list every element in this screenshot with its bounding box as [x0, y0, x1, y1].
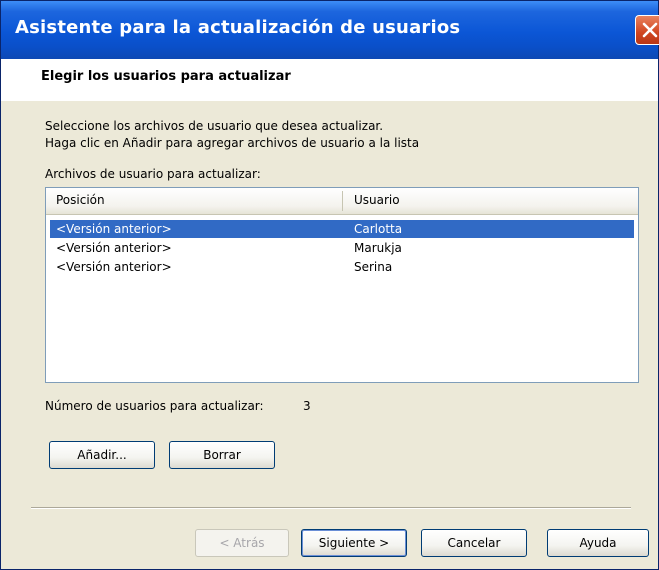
instruction-line-1: Seleccione los archivos de usuario que d…: [45, 119, 384, 133]
back-button[interactable]: < Atrás: [195, 529, 289, 557]
user-count-label: Número de usuarios para actualizar:: [45, 399, 264, 413]
cancel-button[interactable]: Cancelar: [421, 529, 527, 557]
row-position: <Versión anterior>: [56, 241, 172, 255]
row-user: Carlotta: [354, 222, 403, 236]
column-divider[interactable]: [342, 191, 343, 211]
row-position: <Versión anterior>: [56, 260, 172, 274]
title-bar[interactable]: Asistente para la actualización de usuar…: [1, 1, 659, 59]
instruction-line-2: Haga clic en Añadir para agregar archivo…: [45, 136, 420, 150]
list-row[interactable]: <Versión anterior> Carlotta: [50, 220, 634, 238]
add-button[interactable]: Añadir...: [49, 441, 155, 469]
wizard-window: Asistente para la actualización de usuar…: [0, 0, 659, 570]
row-user: Marukja: [354, 241, 402, 255]
column-header-position[interactable]: Posición: [56, 193, 105, 207]
row-position: <Versión anterior>: [56, 222, 172, 236]
list-header: Posición Usuario: [46, 188, 638, 215]
user-count-value: 3: [303, 399, 311, 413]
list-label: Archivos de usuario para actualizar:: [45, 167, 261, 181]
user-files-list[interactable]: Posición Usuario <Versión anterior> Carl…: [45, 187, 639, 383]
help-button[interactable]: Ayuda: [547, 529, 649, 557]
window-title: Asistente para la actualización de usuar…: [15, 17, 461, 38]
wizard-header: Elegir los usuarios para actualizar: [1, 59, 658, 101]
close-button[interactable]: [635, 15, 659, 45]
button-separator: [31, 507, 631, 509]
close-icon: [642, 22, 658, 38]
column-header-user[interactable]: Usuario: [354, 193, 400, 207]
list-row[interactable]: <Versión anterior> Marukja: [50, 239, 634, 257]
row-user: Serina: [354, 260, 393, 274]
delete-button[interactable]: Borrar: [169, 441, 275, 469]
next-button[interactable]: Siguiente >: [301, 529, 407, 557]
list-row[interactable]: <Versión anterior> Serina: [50, 258, 634, 276]
page-title: Elegir los usuarios para actualizar: [41, 69, 291, 84]
